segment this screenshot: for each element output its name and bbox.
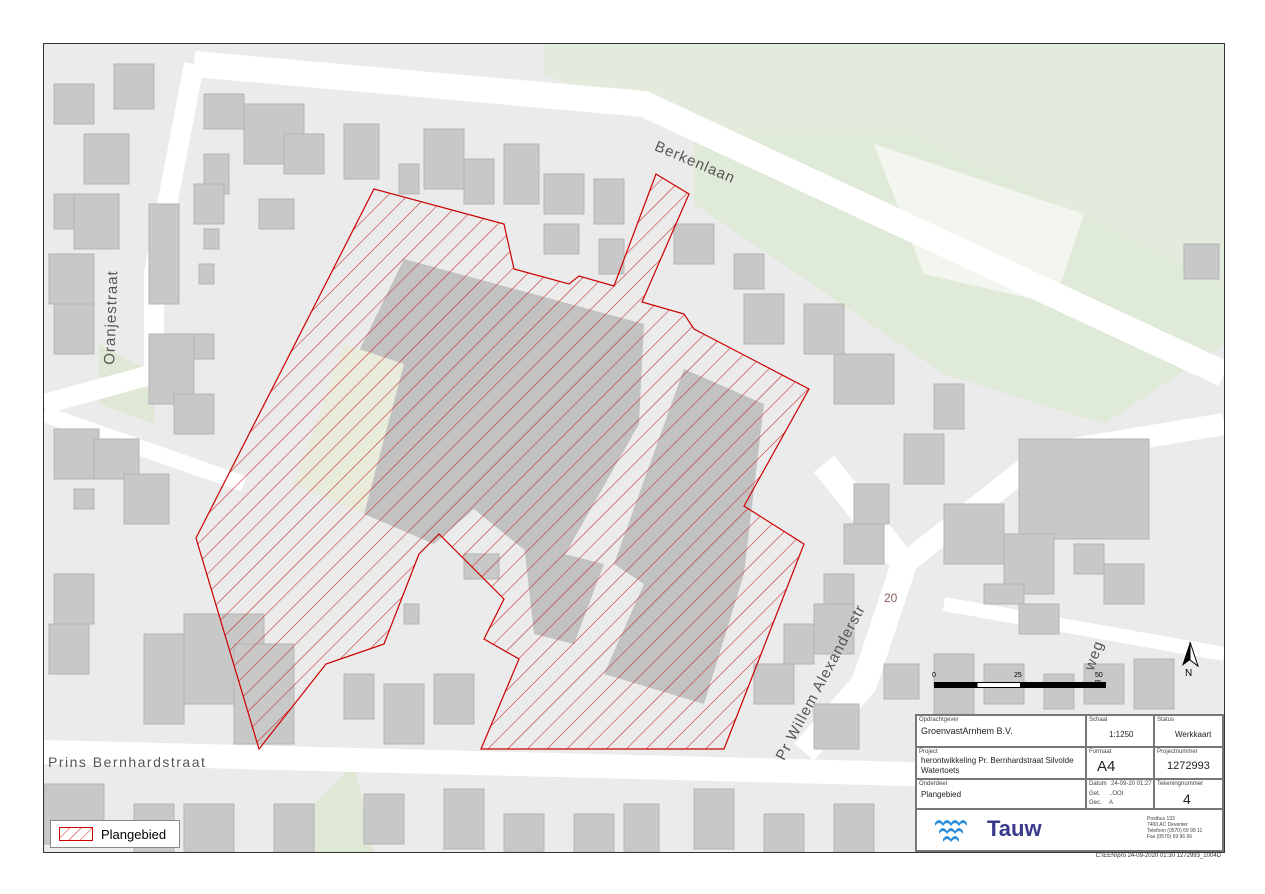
tb-onderdeel-label: Onderdeel [919,781,948,787]
contour-label: 20 [884,591,898,605]
scale-tick-0: 0 [932,672,936,679]
tb-schaal-label: Schaal [1089,717,1108,723]
tb-schaal-value: 1:1250 [1109,730,1134,739]
tauw-logo-icon [935,820,967,842]
tb-datum-label: Datum [1089,781,1107,787]
title-block: Opdrachtgever GroenvastArnhem B.V. Schaa… [915,714,1224,852]
tb-opdrachtgever-label: Opdrachtgever [919,717,959,723]
street-label-oranjestraat: Oranjestraat [101,269,122,366]
legend-hatch-swatch [59,827,93,841]
tb-schaal: Schaal 1:1250 [1086,715,1154,747]
tb-project-label: Project [919,749,938,755]
north-label: N [1185,668,1193,679]
tb-datum: Datum 24-09-20 01:27 Get. ..OOI Gec. A [1086,779,1154,809]
tb-company: Tauw Postbus 133 7400 AC Deventer Telefo… [916,809,1223,851]
tb-status-label: Status [1157,717,1175,723]
scale-bar: 0 25 50 m [930,672,1106,692]
tb-get-value: ..OOI [1109,791,1124,797]
tb-project: Project herontwikkeling Pr. Bernhardstra… [916,747,1086,779]
tb-gec-value: A [1109,800,1114,806]
footer-code: C:\EEN\pro 24-09-2020 01:30 1272993_1004… [1095,853,1221,859]
tb-onderdeel: Onderdeel Plangebied [916,779,1086,809]
tb-formaat-label: Formaat [1089,749,1112,755]
tb-tekeningnummer-label: Tekeningnummer [1157,781,1204,787]
north-arrow: N [1178,640,1202,686]
scale-bar-graphic [934,682,1106,688]
tb-status: Status Werkkaart [1154,715,1223,747]
legend: Plangebied [50,820,180,848]
tb-projectnummer: Projectnummer 1272993 [1154,747,1223,779]
tb-address-line4: Fax (0570) 69 96 66 [1147,834,1193,840]
tb-tekeningnummer: Tekeningnummer 4 [1154,779,1223,809]
tb-gec-label: Gec. [1089,800,1102,806]
tb-tekeningnummer-value: 4 [1183,791,1191,807]
tauw-company-name: Tauw [987,816,1042,841]
tb-datum-value: 24-09-20 01:27 [1111,781,1152,787]
tb-onderdeel-value: Plangebied [921,790,962,799]
tb-status-value: Werkkaart [1175,730,1212,739]
tb-get-label: Get. [1089,791,1101,797]
tb-formaat: Formaat A4 [1086,747,1154,779]
tb-projectnummer-label: Projectnummer [1157,749,1198,755]
tb-opdrachtgever-value: GroenvastArnhem B.V. [921,726,1013,736]
tb-projectnummer-value: 1272993 [1167,760,1210,772]
legend-label: Plangebied [101,826,167,842]
tb-formaat-value: A4 [1097,758,1116,775]
street-label-prins-bernhardstraat: Prins Bernhardstraat [48,754,207,770]
north-arrow-icon [1182,641,1199,668]
scale-tick-25: 25 [1014,672,1022,679]
tb-opdrachtgever: Opdrachtgever GroenvastArnhem B.V. [916,715,1086,747]
tb-project-value: herontwikkeling Pr. Bernhardstraat Silvo… [921,756,1074,775]
